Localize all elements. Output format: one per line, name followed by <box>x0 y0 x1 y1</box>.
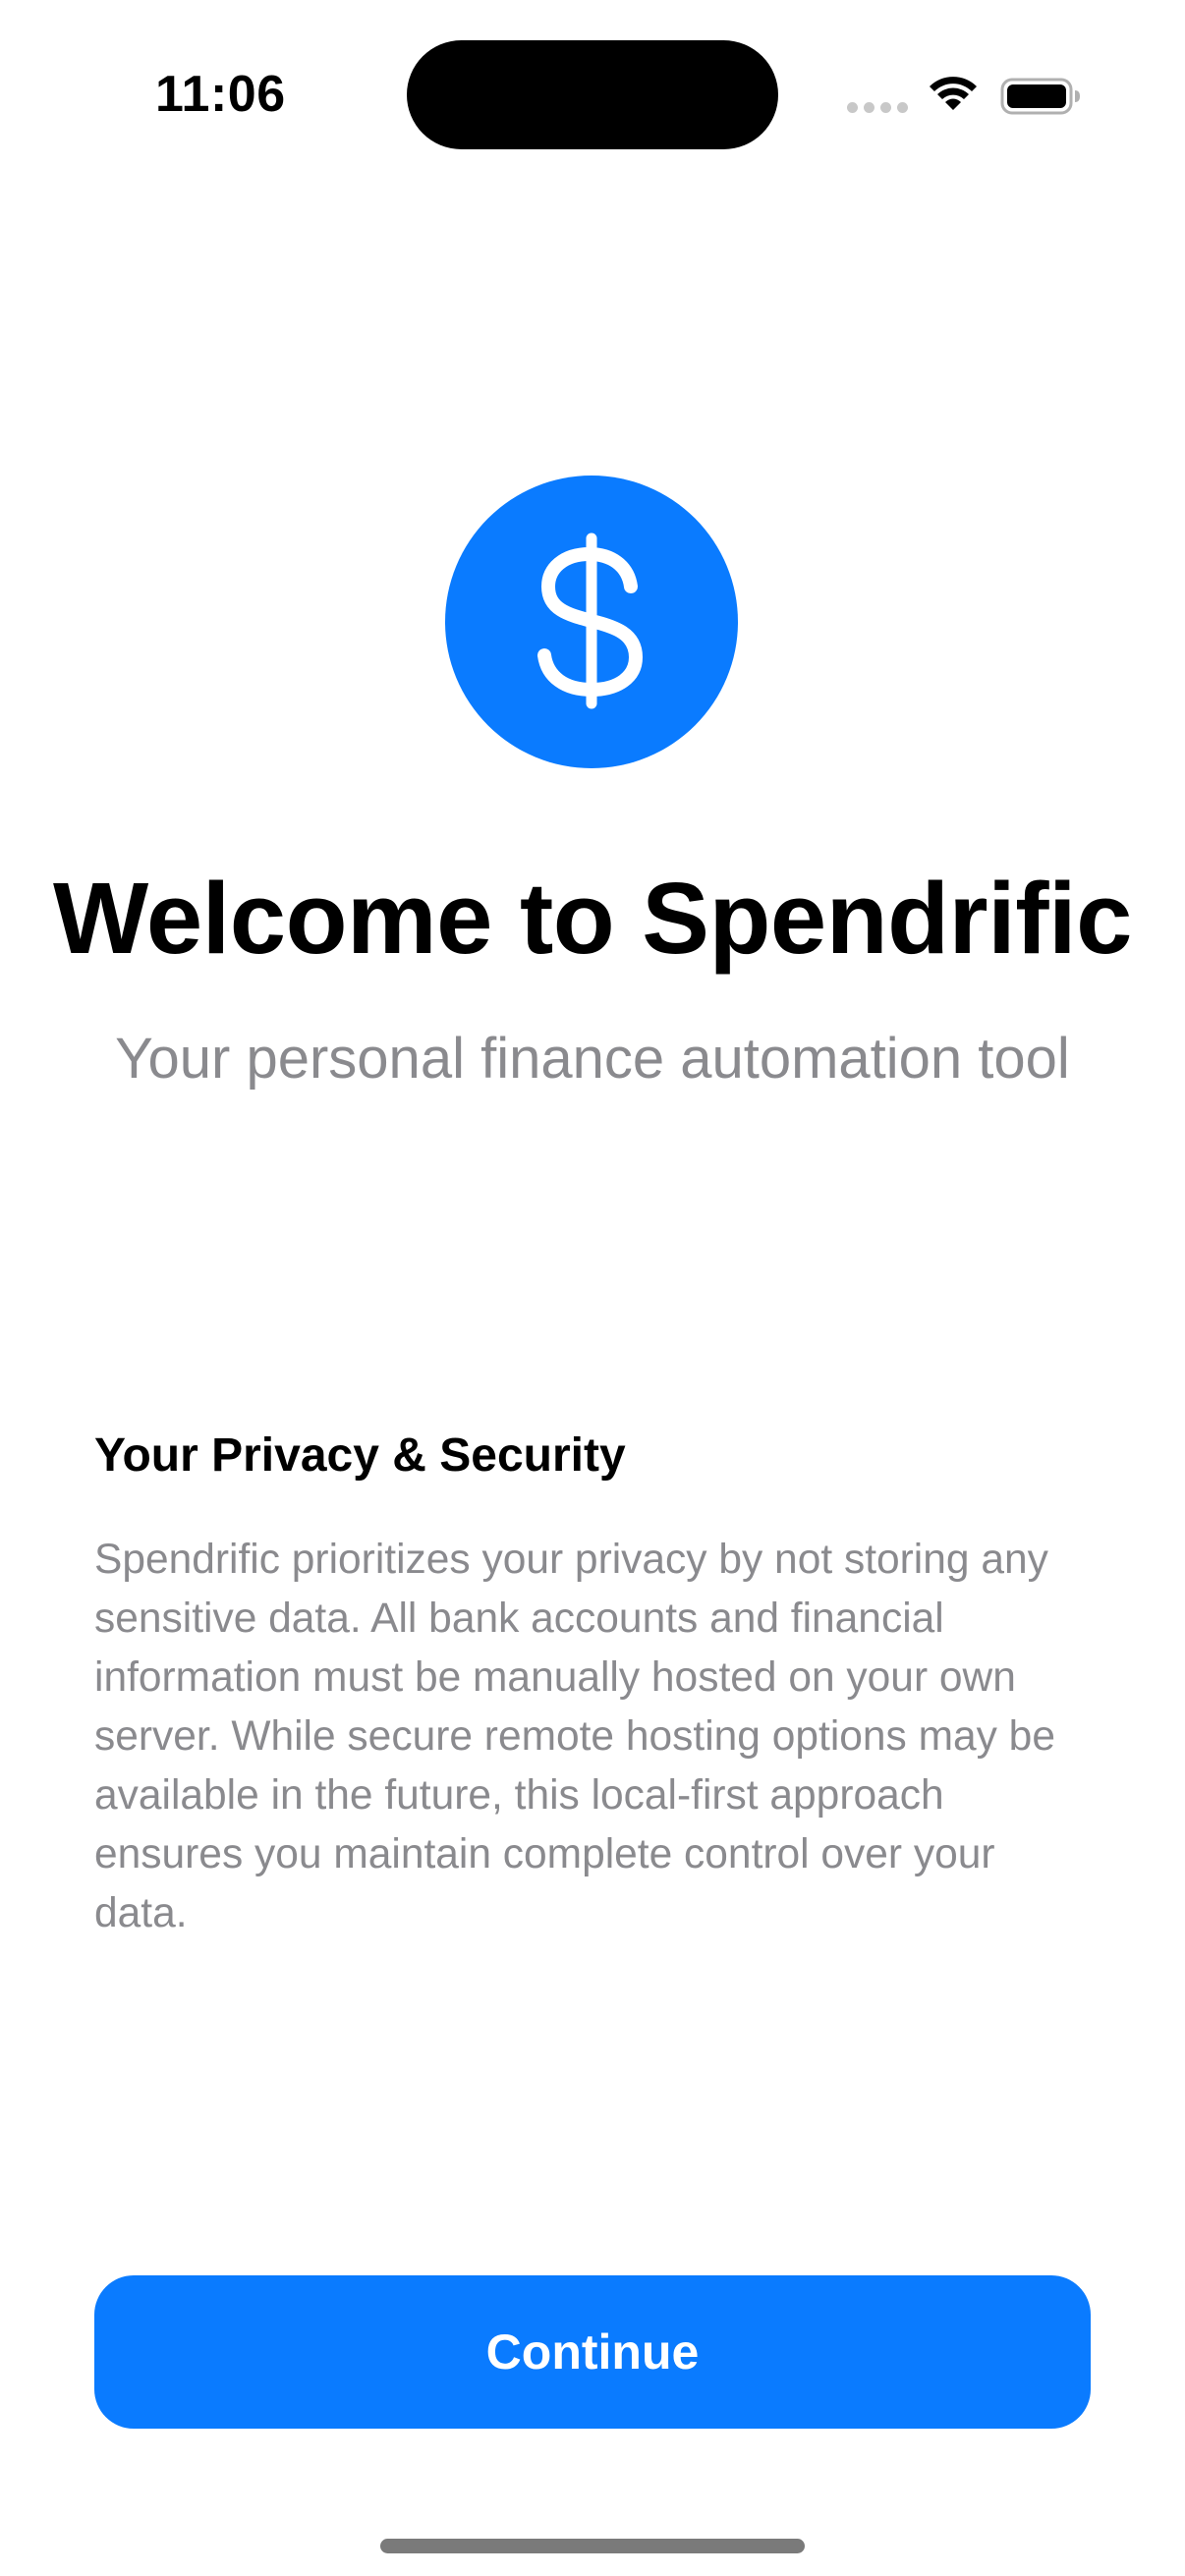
app-logo <box>445 476 738 768</box>
cellular-signal-icon <box>847 102 908 116</box>
battery-icon <box>1000 78 1080 115</box>
home-indicator[interactable] <box>380 2539 805 2553</box>
status-bar-time: 11:06 <box>155 66 286 123</box>
wifi-icon <box>930 77 977 110</box>
continue-button[interactable]: Continue <box>94 2275 1091 2429</box>
welcome-title: Welcome to Spendrific <box>53 862 1132 975</box>
dynamic-island <box>407 40 778 149</box>
privacy-description: Spendrific prioritizes your privacy by n… <box>94 1537 1055 1936</box>
welcome-subtitle: Your personal finance automation tool <box>115 1027 1070 1091</box>
dollar-sign-icon <box>537 532 644 709</box>
privacy-heading: Your Privacy & Security <box>94 1429 626 1482</box>
